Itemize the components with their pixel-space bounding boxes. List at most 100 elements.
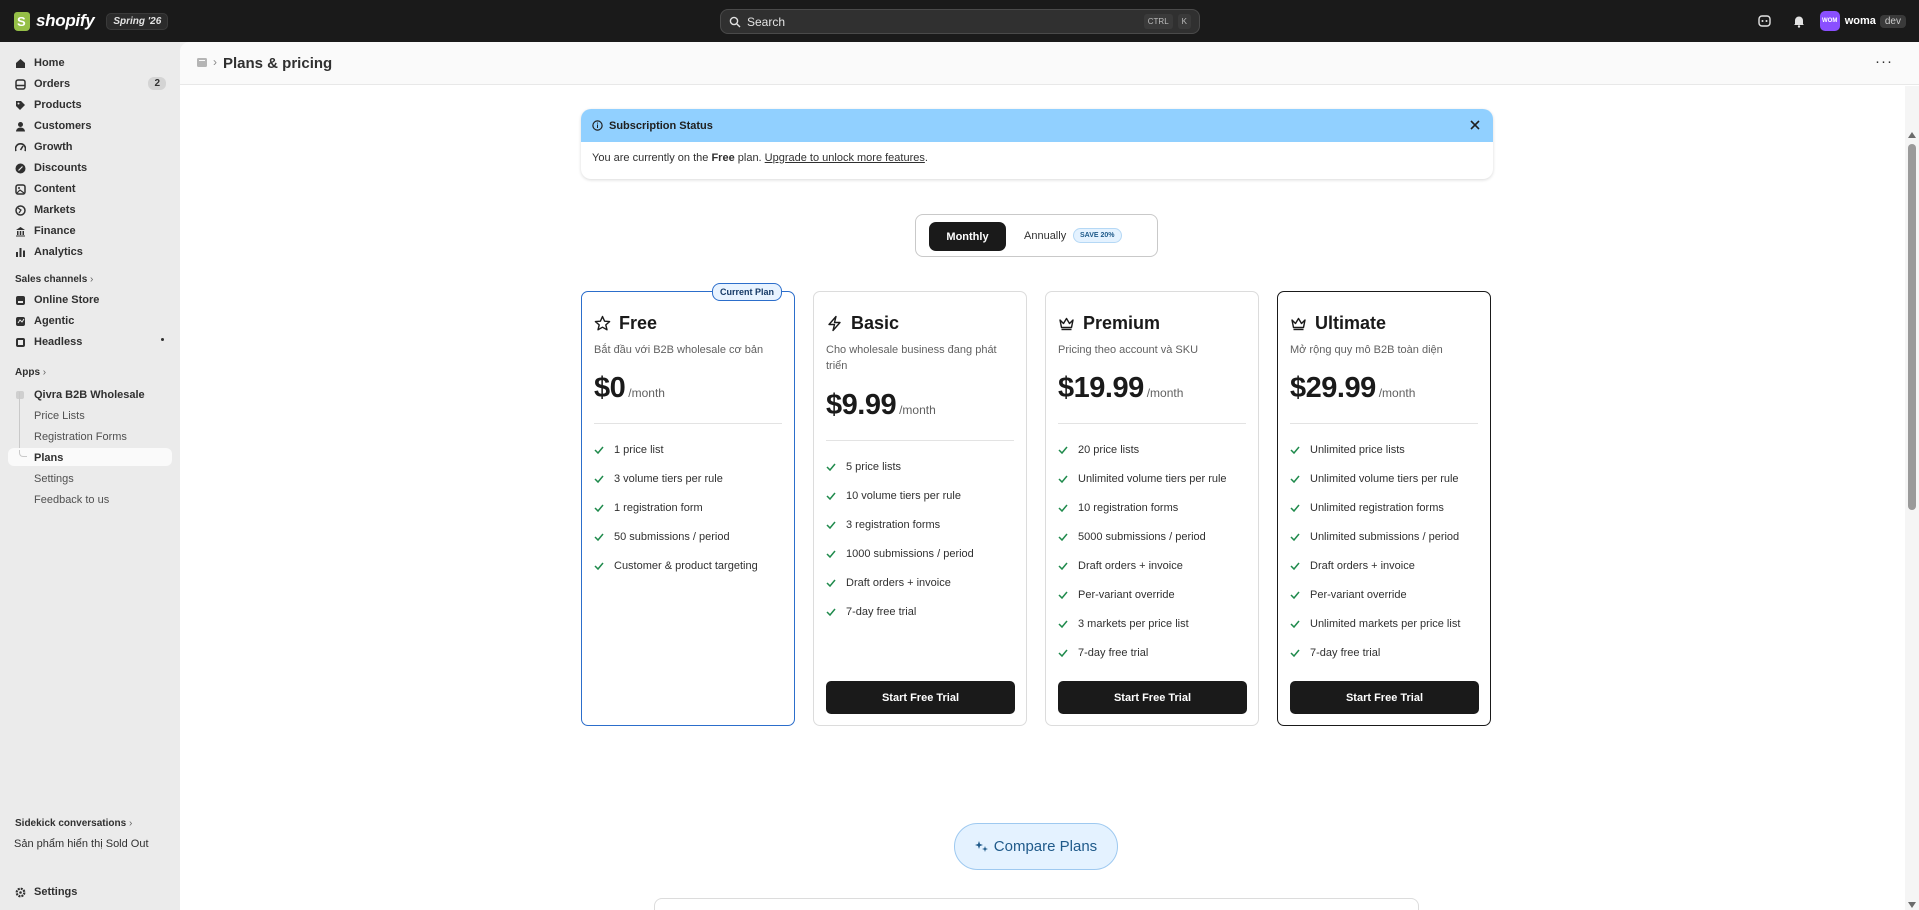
discount-icon: [15, 163, 26, 174]
scroll-thumb[interactable]: [1908, 144, 1916, 510]
sidebar-item-home[interactable]: Home: [8, 53, 172, 73]
sidebar-item-price-lists[interactable]: Price Lists: [34, 410, 85, 422]
content-icon: [15, 183, 26, 195]
sidebar-item-app-settings[interactable]: Settings: [34, 473, 74, 485]
plan-name: Premium: [1083, 313, 1161, 333]
divider: [594, 423, 782, 424]
check-icon: [826, 607, 836, 617]
check-icon: [826, 491, 836, 501]
monthly-toggle-button[interactable]: Monthly: [929, 222, 1006, 251]
shopify-bag-icon: [14, 11, 30, 31]
feature-item: Draft orders + invoice: [1058, 560, 1183, 572]
feature-item: Per-variant override: [1290, 589, 1407, 601]
sidebar-item-headless[interactable]: Headless: [8, 332, 172, 352]
top-right-icons: WOM woma dev: [1752, 0, 1919, 42]
sidebar-item-growth[interactable]: Growth: [8, 137, 172, 157]
gear-icon: [15, 887, 26, 898]
sidebar-item-markets[interactable]: Markets: [8, 200, 172, 220]
sidebar-item-registration-forms[interactable]: Registration Forms: [34, 431, 127, 443]
check-icon: [1290, 445, 1300, 455]
sidebar-item-label: Customers: [34, 120, 92, 132]
sidebar-item-online-store[interactable]: Online Store: [8, 290, 172, 310]
start-free-trial-button[interactable]: Start Free Trial: [1058, 681, 1247, 714]
bank-icon: [15, 226, 26, 237]
sidekick-conversation-item[interactable]: Sản phẩm hiển thị Sold Out: [14, 838, 149, 850]
sidebar-item-discounts[interactable]: Discounts: [8, 158, 172, 178]
sidebar-item-label: Markets: [34, 204, 76, 216]
feature-item: 5000 submissions / period: [1058, 531, 1206, 543]
more-actions-icon[interactable]: ···: [1875, 53, 1893, 70]
crown-icon: [1290, 315, 1307, 332]
feature-item: Unlimited submissions / period: [1290, 531, 1459, 543]
crown-icon: [1058, 315, 1075, 332]
app-breadcrumb-icon[interactable]: [197, 58, 207, 67]
check-icon: [1058, 619, 1068, 629]
sidebar-app-qivra[interactable]: Qivra B2B Wholesale: [34, 389, 145, 401]
store-avatar[interactable]: WOM: [1819, 11, 1840, 31]
sidebar-item-products[interactable]: Products: [8, 95, 172, 115]
subscription-banner: Subscription Status You are currently on…: [581, 109, 1493, 179]
globe-icon: [15, 204, 26, 216]
lightning-icon: [826, 315, 843, 332]
sidebar-item-plans[interactable]: Plans: [34, 452, 63, 464]
sidebar-item-label: Orders: [34, 78, 71, 90]
sidebar-item-analytics[interactable]: Analytics: [8, 242, 172, 262]
close-icon[interactable]: [1469, 119, 1481, 131]
comparison-table-card: [654, 898, 1419, 910]
env-badge: dev: [1879, 14, 1906, 28]
check-icon: [826, 578, 836, 588]
headless-icon: [15, 337, 26, 348]
feature-item: 7-day free trial: [1290, 647, 1380, 659]
check-icon: [1290, 590, 1300, 600]
sidekick-conversations-heading[interactable]: Sidekick conversations ›: [15, 818, 132, 829]
upgrade-link[interactable]: Upgrade to unlock more features: [765, 152, 925, 164]
current-plan-badge: Current Plan: [711, 283, 782, 301]
plan-card-ultimate: Ultimate Mở rộng quy mô B2B toàn diện $2…: [1277, 291, 1491, 726]
plan-name: Basic: [851, 313, 900, 333]
sidebar-item-settings[interactable]: Settings: [8, 882, 172, 902]
sidebar-item-feedback[interactable]: Feedback to us: [34, 494, 109, 506]
growth-icon: [15, 142, 26, 153]
check-icon: [1058, 474, 1068, 484]
agentic-icon: [15, 316, 26, 327]
kbd-k: K: [1177, 14, 1191, 29]
bell-icon[interactable]: [1786, 8, 1812, 34]
plan-price: $19.99: [1058, 372, 1144, 404]
sidekick-icon[interactable]: [1752, 8, 1778, 34]
plan-card-premium: Premium Pricing theo account và SKU $19.…: [1045, 291, 1259, 726]
compare-plans-button[interactable]: Compare Plans: [954, 823, 1118, 870]
check-icon: [826, 462, 836, 472]
store-name[interactable]: woma: [1845, 15, 1876, 27]
sidebar-item-agentic[interactable]: Agentic: [8, 311, 172, 331]
price-period: /month: [1146, 386, 1184, 400]
sidebar-item-label: Online Store: [34, 294, 100, 306]
start-free-trial-button[interactable]: Start Free Trial: [826, 681, 1015, 714]
active-item-highlight: [8, 448, 172, 466]
plan-description: Mở rộng quy mô B2B toàn diện: [1290, 344, 1443, 356]
sidebar-item-finance[interactable]: Finance: [8, 221, 172, 241]
start-free-trial-button[interactable]: Start Free Trial: [1290, 681, 1479, 714]
scrollbar[interactable]: [1905, 86, 1919, 910]
feature-item: 1 price list: [594, 444, 664, 456]
annually-toggle-button[interactable]: Annually: [1024, 230, 1066, 242]
banner-text: You are currently on the: [592, 152, 712, 164]
search-input[interactable]: Search CTRL K: [720, 9, 1200, 34]
banner-body: You are currently on the Free plan. Upgr…: [581, 142, 1493, 174]
kbd-ctrl: CTRL: [1143, 14, 1173, 29]
sidebar-item-customers[interactable]: Customers: [8, 116, 172, 136]
apps-heading[interactable]: Apps ›: [15, 367, 46, 378]
tree-elbow: [19, 450, 27, 457]
feature-item: 1 registration form: [594, 502, 703, 514]
scroll-down-arrow[interactable]: [1908, 902, 1916, 908]
shopify-logo[interactable]: shopify Spring '26: [14, 11, 169, 31]
sales-channels-heading[interactable]: Sales channels ›: [15, 274, 93, 285]
check-icon: [1290, 619, 1300, 629]
check-icon: [1290, 648, 1300, 658]
sidebar-item-orders[interactable]: Orders 2: [8, 74, 172, 94]
check-icon: [1058, 532, 1068, 542]
feature-item: Draft orders + invoice: [1290, 560, 1415, 572]
scroll-up-arrow[interactable]: [1908, 132, 1916, 138]
sidebar-item-content[interactable]: Content: [8, 179, 172, 199]
check-icon: [1290, 561, 1300, 571]
current-plan-name: Free: [711, 152, 735, 164]
